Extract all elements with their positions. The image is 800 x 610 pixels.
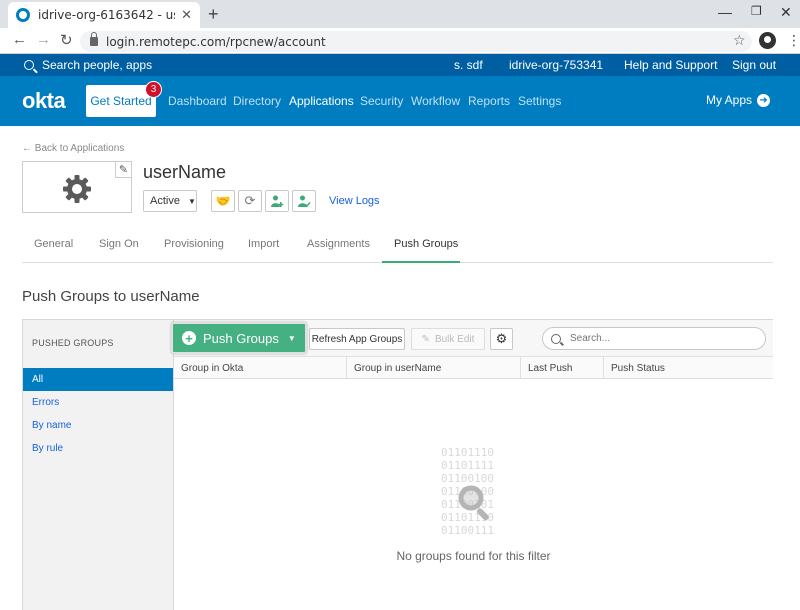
push-groups-label: Push Groups [203,330,279,346]
okta-favicon-icon [16,8,30,22]
active-tab-indicator [382,261,460,263]
browser-menu-icon[interactable]: ⋮ [787,32,800,49]
minimize-icon[interactable]: — [718,4,732,20]
settings-gear-icon[interactable]: ⚙ [490,328,513,350]
refresh-app-groups-button[interactable]: Refresh App Groups [309,328,405,350]
tab-push-groups[interactable]: Push Groups [394,238,458,250]
pencil-icon: ✎ [421,333,430,345]
okta-top-bar: Search people, apps s. sdf idrive-org-75… [0,54,800,76]
global-search[interactable]: Search people, apps [24,58,152,72]
back-arrow-icon[interactable]: ← [12,31,27,48]
okta-logo[interactable]: okta [22,88,66,114]
url-text: login.remotepc.com/rpcnew/account [106,34,326,49]
push-groups-panel: PUSHED GROUPS All Errors By name By rule… [22,319,773,610]
app-tabs: General Sign On Provisioning Import Assi… [22,232,773,263]
forward-arrow-icon[interactable]: → [36,31,51,48]
my-apps-label: My Apps [706,93,753,107]
plus-icon: + [182,331,196,345]
back-to-applications-link[interactable]: ← Back to Applications [22,143,124,154]
handshake-icon[interactable]: 🤝 [211,190,235,212]
table-header: Group in Okta Group in userName Last Pus… [174,357,773,379]
nav-reports[interactable]: Reports [468,94,510,108]
push-groups-search-input[interactable] [570,333,750,344]
sidebar-item-by-rule[interactable]: By rule [23,437,173,460]
restore-icon[interactable]: ❐ [751,4,762,18]
push-groups-search[interactable] [542,327,766,350]
section-title: Push Groups to userName [22,288,200,305]
browser-tab-title: idrive-org-6163642 - userNam [38,8,175,22]
org-name[interactable]: idrive-org-753341 [509,58,603,72]
user-name[interactable]: s. sdf [454,58,483,72]
reload-icon[interactable]: ↻ [60,31,73,49]
tab-provisioning[interactable]: Provisioning [164,238,224,250]
column-group-in-app[interactable]: Group in userName [347,357,521,379]
tab-assignments[interactable]: Assignments [307,238,370,250]
verify-user-icon[interactable] [292,190,316,212]
magnifier-icon [458,485,489,521]
search-icon [551,333,561,344]
app-status-value: Active [150,195,180,207]
sidebar-item-by-name[interactable]: By name [23,414,173,437]
help-link[interactable]: Help and Support [624,58,717,72]
pushed-groups-sidebar: PUSHED GROUPS All Errors By name By rule [23,320,174,610]
column-group-in-okta[interactable]: Group in Okta [174,357,347,379]
chevron-down-icon: ▼ [287,333,296,343]
search-icon [24,60,34,70]
tab-close-icon[interactable]: ✕ [181,7,192,23]
sidebar-heading: PUSHED GROUPS [32,338,114,348]
column-last-push[interactable]: Last Push [521,357,604,379]
arrow-right-icon: ➜ [757,93,771,107]
chevron-down-icon: ▼ [187,196,196,206]
get-started-badge: 3 [145,81,162,98]
bulk-edit-label: Bulk Edit [434,333,475,345]
browser-address-bar: ← → ↻ login.remotepc.com/rpcnew/account … [0,28,800,54]
refresh-icon[interactable]: ⟳ [238,190,262,212]
okta-main-nav: okta Get Started 3 Dashboard Directory A… [0,76,800,126]
window-close-icon[interactable]: ✕ [780,4,792,21]
tab-general[interactable]: General [34,238,73,250]
assign-user-icon[interactable] [265,190,289,212]
edit-logo-pencil-icon[interactable]: ✎ [115,161,132,178]
push-groups-toolbar: + Push Groups ▼ Refresh App Groups ✎ Bul… [171,320,773,357]
push-groups-content: + Push Groups ▼ Refresh App Groups ✎ Bul… [171,320,773,610]
bookmark-star-icon[interactable]: ☆ [733,32,746,49]
tab-import[interactable]: Import [248,238,279,250]
bulk-edit-button[interactable]: ✎ Bulk Edit [411,328,485,350]
nav-settings[interactable]: Settings [518,94,561,108]
tab-sign-on[interactable]: Sign On [99,238,139,250]
view-logs-link[interactable]: View Logs [329,195,380,207]
browser-tab[interactable]: idrive-org-6163642 - userNam ✕ [8,2,200,28]
url-field[interactable]: login.remotepc.com/rpcnew/account [80,31,752,52]
sidebar-item-errors[interactable]: Errors [23,391,173,414]
app-status-dropdown[interactable]: Active ▼ [143,190,197,212]
new-tab-icon[interactable]: + [208,4,219,25]
lock-icon [90,32,98,46]
global-search-placeholder: Search people, apps [42,58,153,72]
gear-icon [63,175,91,203]
my-apps-link[interactable]: My Apps ➜ [706,93,771,107]
signout-link[interactable]: Sign out [732,58,776,72]
nav-applications[interactable]: Applications [289,94,354,108]
nav-dashboard[interactable]: Dashboard [168,94,227,108]
nav-workflow[interactable]: Workflow [411,94,460,108]
empty-state-message: No groups found for this filter [396,549,551,563]
browser-tab-bar: idrive-org-6163642 - userNam ✕ + — ❐ ✕ [0,0,800,28]
app-name: userName [143,162,227,182]
push-groups-button[interactable]: + Push Groups ▼ [171,322,307,354]
column-push-status[interactable]: Push Status [604,357,773,379]
sidebar-item-all[interactable]: All [23,368,173,391]
nav-security[interactable]: Security [360,94,403,108]
nav-directory[interactable]: Directory [233,94,281,108]
profile-avatar-icon[interactable] [759,32,776,49]
